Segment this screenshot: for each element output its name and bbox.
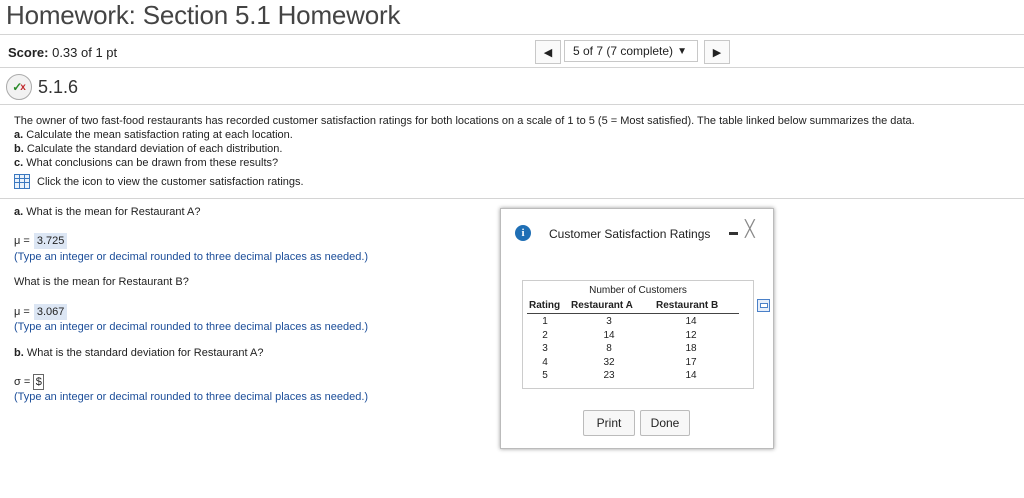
- table-grid-icon[interactable]: [14, 174, 30, 189]
- table-cell: 3: [542, 343, 548, 355]
- column-header-rating: Rating: [529, 300, 561, 311]
- next-question-button[interactable]: ▶: [704, 40, 730, 64]
- table-cell: 4: [542, 356, 548, 368]
- problem-part-b: b. Calculate the standard deviation of e…: [14, 143, 283, 155]
- sd-a-input[interactable]: $: [33, 374, 45, 390]
- left-arrow-icon: ◀: [543, 46, 553, 59]
- question-number: 5.1.6: [38, 76, 79, 97]
- question-selector[interactable]: 5 of 7 (7 complete) ▼: [564, 40, 698, 62]
- table-cell: 17: [685, 356, 697, 368]
- caret-down-icon: ▼: [677, 45, 687, 57]
- hint-sd-a: (Type an integer or decimal rounded to t…: [14, 391, 369, 403]
- restaurant-a-column: 3 14 8 32 23: [597, 315, 621, 383]
- table-cell: 5: [542, 370, 548, 382]
- header-divider: [0, 34, 1024, 35]
- question-header: ✓ x 5.1.6: [6, 74, 78, 100]
- score-divider: [0, 67, 1024, 68]
- score-value: 0.33 of 1 pt: [52, 45, 118, 60]
- problem-divider: [0, 198, 1024, 199]
- print-button[interactable]: Print: [583, 410, 635, 436]
- question-sd-a: b. What is the standard deviation for Re…: [14, 347, 264, 359]
- close-icon[interactable]: ╳: [745, 219, 755, 239]
- sigma-symbol: σ =: [14, 376, 31, 388]
- mean-a-value[interactable]: 3.725: [33, 233, 68, 249]
- hint-mean-b: (Type an integer or decimal rounded to t…: [14, 321, 369, 333]
- answer-sd-a: σ = $: [14, 374, 45, 390]
- question-mean-b: What is the mean for Restaurant B?: [14, 276, 189, 288]
- question-position: 5 of 7 (7 complete): [573, 44, 674, 58]
- answer-mean-b: μ = 3.067: [14, 304, 68, 320]
- table-cell: 18: [685, 343, 697, 355]
- restaurant-b-column: 14 12 18 17 14: [679, 315, 703, 383]
- mu-symbol: μ =: [14, 306, 30, 318]
- question-divider: [0, 104, 1024, 105]
- popup-title: Customer Satisfaction Ratings: [549, 227, 711, 241]
- info-icon: i: [515, 225, 531, 241]
- done-button[interactable]: Done: [640, 410, 690, 436]
- rating-column: 1 2 3 4 5: [537, 315, 553, 383]
- previous-question-button[interactable]: ◀: [535, 40, 561, 64]
- problem-part-c: c. What conclusions can be drawn from th…: [14, 157, 279, 169]
- page-title: Homework: Section 5.1 Homework: [6, 0, 401, 30]
- hint-mean-a: (Type an integer or decimal rounded to t…: [14, 251, 369, 263]
- table-cell: 14: [603, 329, 615, 341]
- table-group-header: Number of Customers: [589, 285, 687, 296]
- problem-statement: The owner of two fast-food restaurants h…: [14, 114, 1004, 170]
- table-cell: 23: [603, 370, 615, 382]
- table-link[interactable]: Click the icon to view the customer sati…: [14, 174, 304, 189]
- column-header-restaurant-a: Restaurant A: [571, 300, 633, 311]
- mean-b-value[interactable]: 3.067: [33, 304, 68, 320]
- column-header-restaurant-b: Restaurant B: [656, 300, 719, 311]
- table-header-rule: [527, 313, 739, 314]
- table-cell: 14: [685, 370, 697, 382]
- ratings-popup: i Customer Satisfaction Ratings ╳ Number…: [500, 208, 774, 449]
- partial-credit-icon: ✓ x: [6, 74, 32, 100]
- score-label: Score:: [8, 45, 49, 60]
- minimize-icon[interactable]: [729, 232, 738, 235]
- table-cell: 8: [606, 343, 612, 355]
- question-mean-a: a. What is the mean for Restaurant A?: [14, 206, 201, 218]
- mu-symbol: μ =: [14, 235, 30, 247]
- table-cell: 3: [606, 316, 612, 327]
- table-link-text: Click the icon to view the customer sati…: [37, 175, 304, 188]
- score: Score: 0.33 of 1 pt: [8, 45, 117, 60]
- table-cell: 14: [685, 316, 697, 327]
- table-cell: 32: [603, 356, 615, 368]
- table-cell: 1: [542, 316, 548, 327]
- ratings-table: Number of Customers Rating Restaurant A …: [522, 280, 770, 389]
- problem-part-a: a. Calculate the mean satisfaction ratin…: [14, 129, 293, 141]
- problem-intro: The owner of two fast-food restaurants h…: [14, 115, 915, 127]
- table-cell: 2: [542, 329, 548, 341]
- copy-icon[interactable]: [757, 299, 770, 312]
- table-cell: 12: [685, 329, 697, 341]
- right-arrow-icon: ▶: [712, 46, 722, 59]
- answer-mean-a: μ = 3.725: [14, 233, 68, 249]
